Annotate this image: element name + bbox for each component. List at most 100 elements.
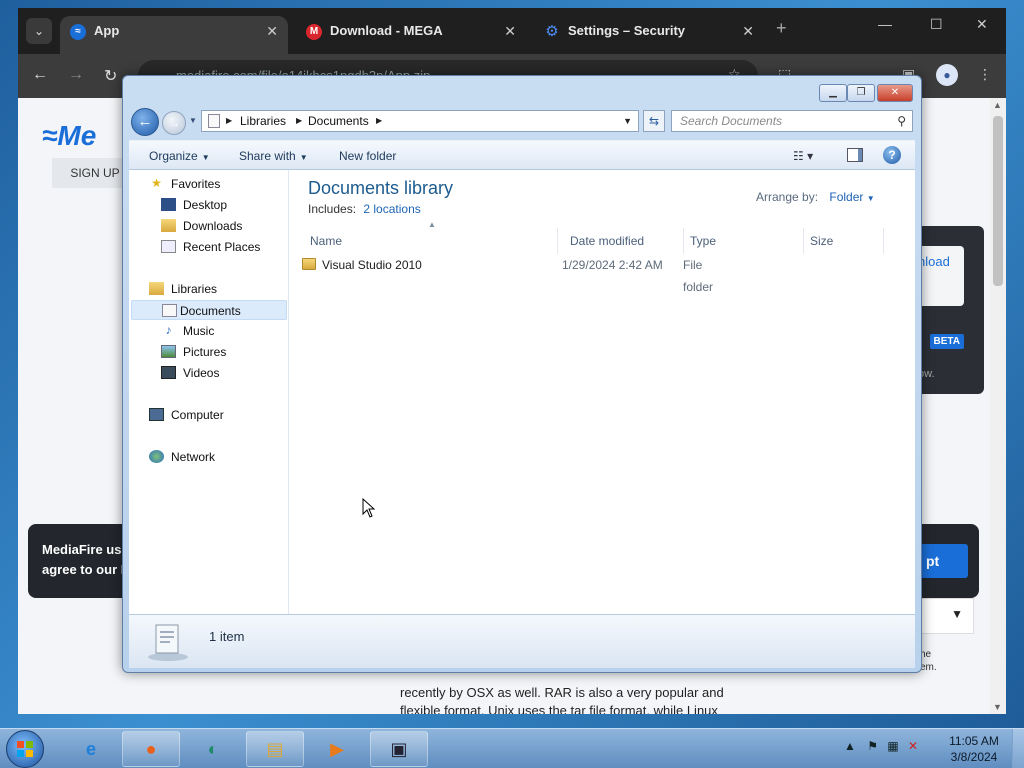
column-header-size[interactable]: Size xyxy=(804,228,884,254)
system-clock[interactable]: 11:05 AM 3/8/2024 xyxy=(944,733,1004,765)
nav-pictures[interactable]: Pictures xyxy=(161,342,279,362)
tab-settings[interactable]: ⚙ Settings – Security ✕ xyxy=(534,16,764,54)
address-dropdown-icon[interactable]: ▼ xyxy=(623,111,632,131)
nav-libraries[interactable]: Libraries xyxy=(149,279,279,299)
minimize-icon[interactable]: ▁ xyxy=(819,84,847,102)
folder-icon xyxy=(302,258,316,270)
profile-avatar[interactable]: ● xyxy=(936,64,958,86)
nav-videos[interactable]: Videos xyxy=(161,363,279,383)
tab-close-icon[interactable]: ✕ xyxy=(742,16,754,46)
locations-link[interactable]: 2 locations xyxy=(363,202,420,216)
preview-pane-icon[interactable] xyxy=(847,148,863,162)
address-breadcrumb[interactable]: ▶ Libraries ▶ Documents ▶ ▼ xyxy=(201,110,639,132)
chevron-down-icon: ▼ xyxy=(951,607,963,621)
search-icon[interactable]: ⚲ xyxy=(897,111,906,131)
maximize-icon[interactable]: ☐ xyxy=(930,16,943,33)
video-app-icon[interactable]: ▣ xyxy=(370,731,428,767)
tab-close-icon[interactable]: ✕ xyxy=(266,16,278,46)
chevron-down-icon: ▼ xyxy=(201,153,210,162)
tab-search-button[interactable]: ⌄ xyxy=(26,18,52,44)
file-date: 1/29/2024 2:42 AM xyxy=(562,258,663,272)
share-with-button[interactable]: Share with ▼ xyxy=(239,149,308,163)
internet-explorer-icon[interactable]: e xyxy=(62,731,120,767)
nav-downloads[interactable]: Downloads xyxy=(161,216,279,236)
file-row[interactable]: Visual Studio 2010 1/29/2024 2:42 AM Fil… xyxy=(302,254,713,294)
menu-kebab-icon[interactable]: ⋮ xyxy=(978,66,992,83)
nav-network[interactable]: Network xyxy=(149,447,279,467)
arrange-by-dropdown[interactable]: Folder ▼ xyxy=(829,190,874,204)
action-center-flag-icon[interactable]: ⚑ xyxy=(867,739,878,753)
column-header-type[interactable]: Type xyxy=(684,228,804,254)
documents-icon xyxy=(162,304,177,317)
address-row: ← → ▼ ▶ Libraries ▶ Documents ▶ ▼ ⇆ Sear… xyxy=(129,108,915,136)
new-tab-button[interactable]: + xyxy=(776,18,787,39)
nav-computer[interactable]: Computer xyxy=(149,405,279,425)
chevron-down-icon: ▼ xyxy=(866,194,875,203)
scrollbar-thumb[interactable] xyxy=(993,116,1003,286)
nav-documents[interactable]: Documents xyxy=(131,300,287,320)
close-icon[interactable]: ✕ xyxy=(976,16,988,33)
pictures-icon xyxy=(161,345,176,358)
new-folder-button[interactable]: New folder xyxy=(339,149,396,163)
breadcrumb-documents[interactable]: Documents xyxy=(308,111,369,131)
nav-music[interactable]: ♪ Music xyxy=(161,321,279,341)
arrange-by: Arrange by: Folder ▼ xyxy=(756,190,875,204)
back-arrow-icon[interactable]: ← xyxy=(32,66,48,84)
system-tray: ▲ ⚑ ▦ ✕ xyxy=(844,739,918,753)
minimize-icon[interactable]: — xyxy=(878,16,892,32)
mediafire-logo[interactable]: ≈Me xyxy=(42,120,96,152)
help-icon[interactable]: ? xyxy=(883,146,901,164)
column-header-date[interactable]: Date modified xyxy=(564,228,684,254)
chevron-down-icon: ▼ xyxy=(299,153,308,162)
file-type: File folder xyxy=(683,258,714,294)
tab-app[interactable]: ≈ App ✕ xyxy=(60,16,288,54)
breadcrumb-arrow-icon[interactable]: ▶ xyxy=(296,111,302,131)
change-view-icon[interactable]: ☷ ▾ xyxy=(793,149,813,163)
scroll-down-icon[interactable]: ▼ xyxy=(993,702,1002,712)
messenger-icon[interactable]: ◐ xyxy=(184,731,242,767)
organize-button[interactable]: Organize ▼ xyxy=(149,149,210,163)
nav-desktop[interactable]: Desktop xyxy=(161,195,279,215)
star-icon: ★ xyxy=(151,176,162,190)
start-button[interactable] xyxy=(6,730,44,768)
explorer-window: ▁ ❐ ✕ ← → ▼ ▶ Libraries ▶ Documents ▶ ▼ … xyxy=(122,75,922,673)
navigation-pane: ★ Favorites Desktop Downloads Recent Pla… xyxy=(129,170,289,614)
search-input[interactable]: Search Documents ⚲ xyxy=(671,110,913,132)
mouse-cursor-icon xyxy=(362,498,376,518)
volume-muted-icon[interactable]: ✕ xyxy=(908,739,918,753)
media-player-icon[interactable]: ▶ xyxy=(308,731,366,767)
breadcrumb-libraries[interactable]: Libraries xyxy=(240,111,286,131)
firefox-icon[interactable]: ● xyxy=(122,731,180,767)
maximize-icon[interactable]: ❐ xyxy=(847,84,875,102)
clock-date: 3/8/2024 xyxy=(950,750,998,764)
show-hidden-icons-icon[interactable]: ▲ xyxy=(844,739,856,753)
column-header-name[interactable]: Name xyxy=(304,228,558,254)
breadcrumb-arrow-icon[interactable]: ▶ xyxy=(226,111,232,131)
clock-time: 11:05 AM xyxy=(949,734,999,748)
show-desktop-button[interactable] xyxy=(1012,729,1024,768)
gear-icon: ⚙ xyxy=(545,23,559,40)
tab-mega[interactable]: M Download - MEGA ✕ xyxy=(296,16,526,54)
tab-close-icon[interactable]: ✕ xyxy=(504,16,516,46)
reload-icon[interactable]: ↻ xyxy=(104,66,117,86)
library-includes: Includes: 2 locations xyxy=(308,202,421,216)
recent-pages-icon[interactable]: ▼ xyxy=(189,116,197,125)
close-icon[interactable]: ✕ xyxy=(877,84,913,102)
file-name: Visual Studio 2010 xyxy=(322,258,422,272)
network-status-icon[interactable]: ▦ xyxy=(887,739,898,753)
scroll-up-icon[interactable]: ▲ xyxy=(993,100,1002,110)
breadcrumb-arrow-icon[interactable]: ▶ xyxy=(376,111,382,131)
forward-arrow-icon[interactable]: → xyxy=(162,111,186,135)
tab-title: Download - MEGA xyxy=(330,23,443,38)
nav-favorites[interactable]: ★ Favorites xyxy=(149,174,279,194)
back-arrow-icon[interactable]: ← xyxy=(131,108,159,136)
page-scrollbar[interactable]: ▲ ▼ xyxy=(990,98,1006,714)
nav-recent-places[interactable]: Recent Places xyxy=(161,237,279,257)
side-note: he em. xyxy=(920,649,937,673)
file-explorer-icon[interactable]: ▤ xyxy=(246,731,304,767)
libraries-icon xyxy=(149,282,164,295)
refresh-icon[interactable]: ⇆ xyxy=(643,110,665,132)
command-bar: Organize ▼ Share with ▼ New folder ☷ ▾ ? xyxy=(129,140,915,170)
forward-arrow-icon[interactable]: → xyxy=(68,66,84,84)
mega-icon: M xyxy=(306,24,322,40)
